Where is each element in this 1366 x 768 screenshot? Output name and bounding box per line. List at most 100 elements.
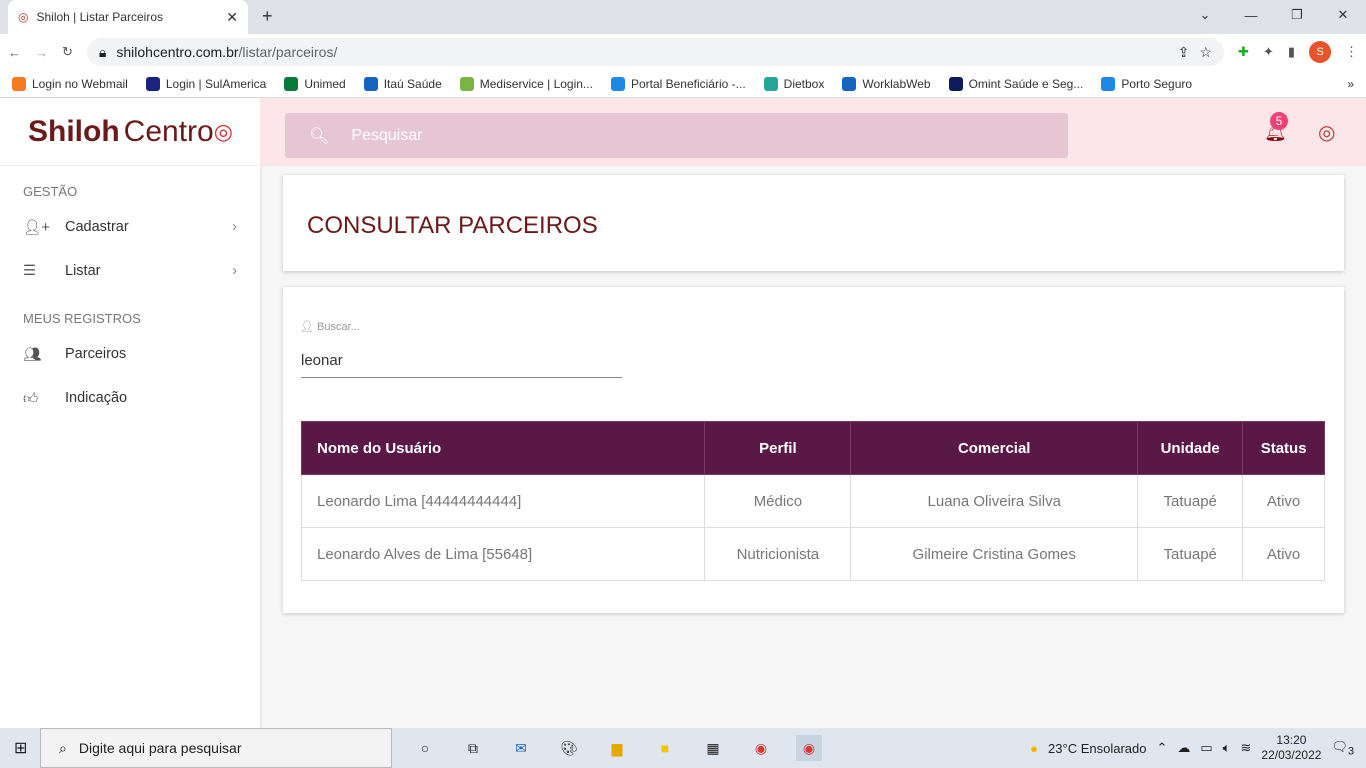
- file-explorer-icon[interactable]: ▆: [604, 735, 630, 761]
- volume-icon[interactable]: 🔈︎: [1223, 740, 1231, 756]
- table-cell: Leonardo Lima [44444444444]: [300, 474, 706, 528]
- browser-tab[interactable]: ◎ Shiloh | Listar Parceiros ✕: [8, 0, 248, 34]
- bookmark-item[interactable]: Mediservice | Login...: [459, 76, 593, 91]
- sidebar: Shiloh Centro ◎ GESTÃO 👤︎+ Cadastrar › ☰ List…: [0, 98, 260, 728]
- column-header[interactable]: Perfil: [704, 421, 852, 475]
- bookmark-item[interactable]: WorklabWeb: [842, 76, 931, 91]
- top-bar: 🔍︎ Pesquisar 🔔︎ 5 ◎: [260, 98, 1366, 166]
- forward-icon[interactable]: →: [35, 45, 48, 60]
- bookmark-favicon-icon: [610, 76, 625, 91]
- partners-table: Nome do Usuário Perfil Comercial Unidade Sta…: [300, 421, 1325, 581]
- share-icon[interactable]: ⇪: [1178, 44, 1190, 61]
- wifi-icon[interactable]: ≋: [1240, 740, 1251, 756]
- bookmark-item[interactable]: Omint Saúde e Seg...: [948, 76, 1083, 91]
- bookmark-favicon-icon: [284, 76, 299, 91]
- menu-icon[interactable]: ⋮: [1345, 44, 1358, 60]
- sticky-notes-icon[interactable]: ■: [652, 735, 678, 761]
- tab-title: Shiloh | Listar Parceiros: [36, 10, 163, 24]
- address-bar-row: ← → ↻ 🔒︎ shilohcentro.com.br/listar/parceir…: [0, 34, 1366, 70]
- reload-icon[interactable]: ↻: [62, 44, 73, 60]
- search-label: 👤︎ Buscar...: [300, 321, 360, 333]
- close-tab-icon[interactable]: ✕: [226, 9, 238, 26]
- minimize-button[interactable]: —: [1228, 0, 1274, 30]
- taskbar-search[interactable]: ⌕ Digite aqui para pesquisar: [40, 728, 392, 768]
- section-gestao: GESTÃO: [23, 184, 78, 199]
- bookmark-item[interactable]: Login | SulAmerica: [145, 76, 266, 91]
- tab-strip: ◎ Shiloh | Listar Parceiros ✕ + ⌄ — ❐ ✕: [0, 0, 1366, 34]
- table-cell: Gilmeire Cristina Gomes: [850, 527, 1139, 581]
- profile-avatar[interactable]: S: [1309, 41, 1331, 63]
- bookmark-item[interactable]: Login no Webmail: [12, 76, 128, 91]
- tray-chevron-icon[interactable]: ⌃: [1156, 740, 1167, 756]
- sidebar-item-indicacao[interactable]: 👍︎ Indicação: [0, 376, 260, 420]
- network-icon[interactable]: ☁: [1177, 740, 1190, 756]
- search-icon: ⌕: [59, 739, 67, 756]
- calculator-icon[interactable]: ▦: [700, 735, 726, 761]
- table-cell: Tatuapé: [1137, 527, 1244, 581]
- column-header[interactable]: Unidade: [1137, 421, 1244, 475]
- paint-icon[interactable]: 🎨︎: [556, 735, 582, 761]
- column-header[interactable]: Status: [1242, 421, 1325, 475]
- table-cell: Nutricionista: [704, 527, 852, 581]
- back-icon[interactable]: ←: [8, 45, 21, 60]
- table-cell: Ativo: [1242, 474, 1325, 528]
- bookmark-favicon-icon: [842, 76, 857, 91]
- weather-text[interactable]: 23°C Ensolarado: [1048, 741, 1146, 756]
- favicon-icon: ◎: [18, 10, 29, 24]
- mail-icon[interactable]: ✉: [508, 735, 534, 761]
- notification-badge: 5: [1270, 112, 1288, 130]
- bookmark-item[interactable]: Itaú Saúde: [363, 76, 442, 91]
- table-cell: Médico: [704, 474, 852, 528]
- taskbar: ⊞ ⌕ Digite aqui para pesquisar ○ ⧉ ✉ 🎨︎ ▆ ■ ▦ ◉ ◉…: [0, 728, 1366, 768]
- windows-start-icon[interactable]: ⊞: [14, 738, 27, 758]
- bookmark-item[interactable]: Dietbox: [763, 76, 824, 91]
- tab-search-icon[interactable]: ⌄: [1182, 0, 1228, 30]
- column-header[interactable]: Comercial: [850, 421, 1139, 475]
- task-view-icon[interactable]: ⧉: [460, 735, 486, 761]
- puzzle-icon[interactable]: ✦: [1263, 44, 1274, 60]
- more-bookmarks-icon[interactable]: »: [1347, 77, 1354, 91]
- title-card: CONSULTAR PARCEIROS: [283, 175, 1344, 271]
- chevron-right-icon: ›: [232, 263, 237, 279]
- table-cell: Tatuapé: [1137, 474, 1244, 528]
- weather-icon: ●: [1030, 740, 1039, 756]
- person-add-icon: 👤︎+: [23, 219, 50, 236]
- section-meus-registros: MEUS REGISTROS: [23, 311, 141, 326]
- sidebar-item-cadastrar[interactable]: 👤︎+ Cadastrar ›: [0, 205, 260, 249]
- bookmark-item[interactable]: Portal Beneficiário -...: [610, 76, 746, 91]
- notifications-icon[interactable]: 🗨︎3: [1331, 739, 1354, 758]
- maximize-button[interactable]: ❐: [1274, 0, 1320, 30]
- target-icon[interactable]: ◎: [1318, 120, 1335, 145]
- search-input[interactable]: [301, 343, 622, 378]
- bookmark-item[interactable]: Unimed: [284, 76, 346, 91]
- cortana-icon[interactable]: ○: [412, 735, 438, 761]
- logo[interactable]: Shiloh Centro ◎: [0, 98, 260, 166]
- table-row[interactable]: Leonardo Alves de Lima [55648] Nutricioni…: [300, 527, 1325, 581]
- table-row[interactable]: Leonardo Lima [44444444444] Médico Luana O…: [300, 474, 1325, 528]
- bookmark-favicon-icon: [459, 76, 474, 91]
- bookmark-favicon-icon: [1101, 76, 1116, 91]
- bookmark-favicon-icon: [363, 76, 378, 91]
- url-field[interactable]: 🔒︎ shilohcentro.com.br/listar/parceiros/ ⇪…: [86, 38, 1225, 66]
- extension-icon[interactable]: ✚: [1238, 44, 1249, 60]
- clock[interactable]: 13:20 22/03/2022: [1261, 733, 1321, 763]
- results-card: 👤︎ Buscar... Nome do UsuárioPerfilComerc…: [283, 287, 1344, 613]
- sidepanel-icon[interactable]: ▮: [1288, 44, 1295, 60]
- thumb-up-icon: 👍︎: [23, 391, 39, 407]
- chrome-icon[interactable]: ◉: [748, 735, 774, 761]
- bookmark-item[interactable]: Porto Seguro: [1101, 76, 1192, 91]
- chrome-profile-icon[interactable]: ◉: [796, 735, 822, 761]
- battery-icon[interactable]: ▭: [1200, 740, 1212, 756]
- sidebar-item-parceiros[interactable]: 👥︎ Parceiros: [0, 332, 260, 376]
- global-search[interactable]: 🔍︎ Pesquisar: [285, 113, 1068, 158]
- bookmark-favicon-icon: [145, 76, 160, 91]
- new-tab-button[interactable]: +: [262, 6, 273, 27]
- bookmark-favicon-icon: [948, 76, 963, 91]
- url-host: shilohcentro.com.br: [116, 44, 239, 60]
- table-cell: Luana Oliveira Silva: [850, 474, 1139, 528]
- star-icon[interactable]: ☆: [1199, 44, 1212, 61]
- column-header[interactable]: Nome do Usuário: [300, 421, 706, 475]
- close-window-button[interactable]: ✕: [1320, 0, 1366, 30]
- chevron-right-icon: ›: [232, 219, 237, 235]
- sidebar-item-listar[interactable]: ☰ Listar ›: [0, 249, 260, 293]
